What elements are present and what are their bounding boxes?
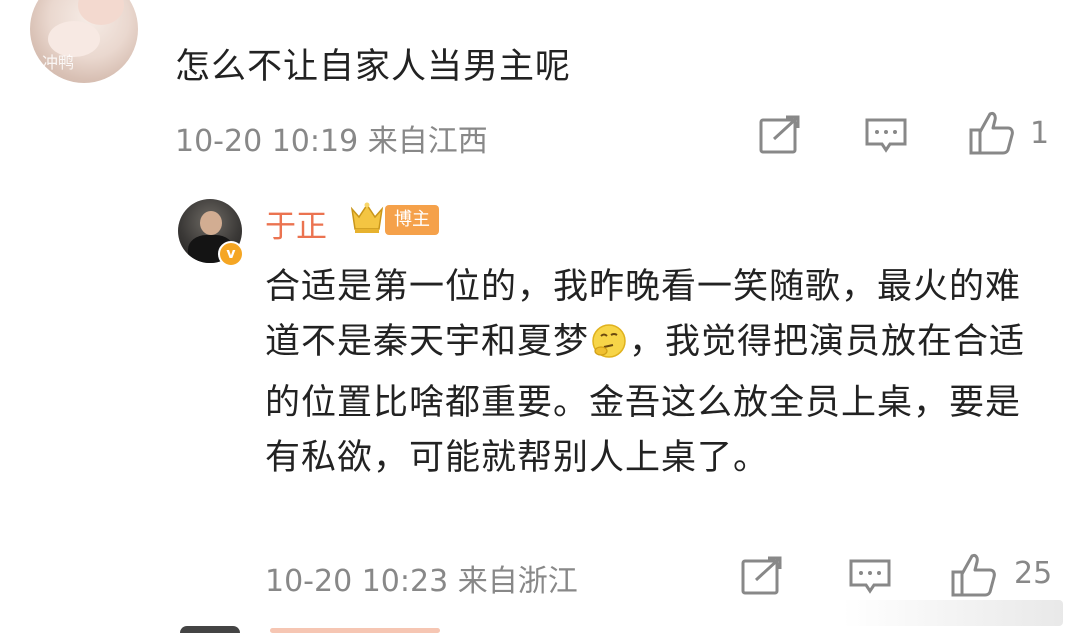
thinking-face-icon [591,321,627,376]
avatar-image-part [78,0,124,25]
verified-badge: v [218,241,244,267]
comment-time-location: 10-20 10:19 来自江西 [175,124,488,159]
comment-text: 怎么不让自家人当男主呢 [175,47,572,87]
reply-time-location: 10-20 10:23 来自浙江 [265,564,578,599]
share-icon[interactable] [758,115,802,155]
avatar-watermark: 冲鸭 [42,53,75,72]
crown-icon [349,201,385,239]
like-icon[interactable] [968,110,1016,156]
comment-icon[interactable] [848,557,892,597]
like-icon[interactable] [950,552,998,598]
reply-username[interactable]: 于正 [265,201,327,246]
comment-icon[interactable] [864,116,908,156]
commenter-avatar[interactable]: 冲鸭 [30,0,138,83]
reply-text: 合适是第一位的，我昨晚看一笑随歌，最火的难道不是秦天宇和夏梦 ，我觉得把演员放在… [265,260,1035,486]
watermark-strip [843,600,1063,626]
author-badge: 博主 [385,205,439,235]
share-icon[interactable] [740,556,784,596]
like-count: 1 [1030,116,1050,151]
next-avatar-clipped [180,626,240,633]
avatar-image-part [200,211,222,235]
like-count: 25 [1014,556,1053,591]
next-username-clipped [270,628,440,633]
